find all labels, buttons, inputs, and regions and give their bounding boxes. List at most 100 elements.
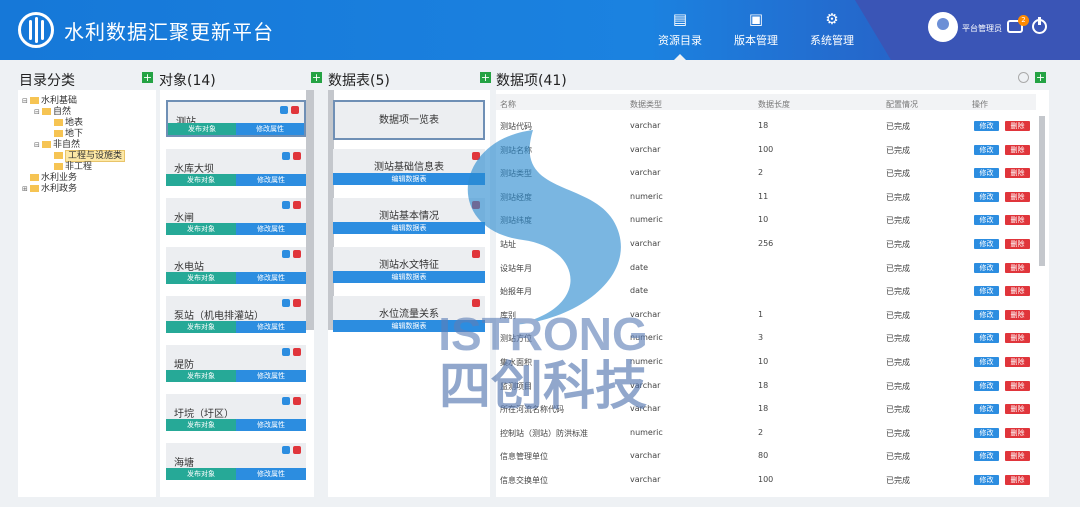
object-card[interactable]: 泵站（机电排灌站） 发布对象 修改属性: [166, 296, 306, 333]
search-icon[interactable]: [282, 250, 290, 258]
edit-button[interactable]: 修改: [974, 475, 999, 485]
delete-button[interactable]: 删除: [1005, 475, 1030, 485]
nav-catalog[interactable]: ▤ 资源目录: [648, 10, 712, 60]
edit-button[interactable]: 修改: [974, 286, 999, 297]
delete-button[interactable]: 删除: [1005, 451, 1030, 462]
search-icon[interactable]: [282, 446, 290, 454]
tree-node[interactable]: 水利业务: [22, 173, 152, 184]
delete-icon[interactable]: [472, 152, 480, 160]
nav-version[interactable]: ▣ 版本管理: [724, 10, 788, 56]
search-icon[interactable]: [282, 348, 290, 356]
object-card[interactable]: 圩垸（圩区） 发布对象 修改属性: [166, 394, 306, 431]
publish-object-button[interactable]: 发布对象: [166, 370, 236, 382]
delete-icon[interactable]: [293, 397, 301, 405]
delete-button[interactable]: 删除: [1005, 404, 1030, 415]
tree-node[interactable]: 工程与设施类: [22, 150, 152, 162]
edit-button[interactable]: 修改: [974, 357, 999, 367]
delete-button[interactable]: 删除: [1005, 191, 1030, 202]
modify-attributes-button[interactable]: 修改属性: [236, 370, 306, 382]
delete-icon[interactable]: [293, 250, 301, 258]
object-card[interactable]: 水库大坝 发布对象 修改属性: [166, 149, 306, 186]
edit-button[interactable]: 修改: [974, 309, 999, 320]
modify-attributes-button[interactable]: 修改属性: [236, 419, 306, 431]
delete-icon[interactable]: [472, 250, 480, 258]
scrollbar[interactable]: [1039, 116, 1045, 266]
table-card[interactable]: 测站基础信息表 编辑数据表: [333, 149, 485, 185]
edit-button[interactable]: 修改: [974, 144, 999, 155]
edit-button[interactable]: 修改: [974, 333, 999, 344]
tree-node[interactable]: 非工程: [22, 162, 152, 173]
search-icon[interactable]: [282, 201, 290, 209]
edit-table-button[interactable]: 编辑数据表: [333, 222, 485, 234]
edit-button[interactable]: 修改: [974, 427, 999, 438]
search-icon[interactable]: [282, 299, 290, 307]
edit-button[interactable]: 修改: [974, 239, 999, 249]
publish-object-button[interactable]: 发布对象: [166, 419, 236, 431]
avatar[interactable]: [928, 12, 958, 42]
delete-button[interactable]: 删除: [1005, 239, 1030, 249]
tree-node[interactable]: 地下: [22, 129, 152, 140]
delete-button[interactable]: 删除: [1005, 357, 1030, 367]
tree-node[interactable]: ⊟ 水利基础: [22, 96, 152, 107]
edit-table-button[interactable]: 编辑数据表: [333, 173, 485, 185]
edit-button[interactable]: 修改: [974, 168, 999, 179]
search-icon[interactable]: [280, 106, 288, 114]
publish-object-button[interactable]: 发布对象: [166, 321, 236, 333]
edit-button[interactable]: 修改: [974, 262, 999, 273]
object-card[interactable]: 测站发布对象修改属性: [166, 100, 306, 137]
search-icon[interactable]: [282, 397, 290, 405]
edit-button[interactable]: 修改: [974, 404, 999, 415]
add-item-button[interactable]: +: [1035, 72, 1046, 83]
modify-attributes-button[interactable]: 修改属性: [236, 123, 304, 135]
modify-attributes-button[interactable]: 修改属性: [236, 468, 306, 480]
tree-toggle-icon[interactable]: ⊞: [22, 184, 30, 195]
delete-icon[interactable]: [472, 201, 480, 209]
add-table-button[interactable]: +: [480, 72, 491, 83]
delete-button[interactable]: 删除: [1005, 121, 1030, 131]
tree-node[interactable]: ⊞ 水利政务: [22, 184, 152, 195]
table-card[interactable]: 测站水文特征 编辑数据表: [333, 247, 485, 283]
delete-icon[interactable]: [293, 152, 301, 160]
delete-icon[interactable]: [293, 348, 301, 356]
edit-button[interactable]: 修改: [974, 451, 999, 462]
delete-button[interactable]: 删除: [1005, 380, 1030, 391]
search-icon[interactable]: [282, 152, 290, 160]
delete-icon[interactable]: [291, 106, 299, 114]
publish-object-button[interactable]: 发布对象: [166, 272, 236, 284]
delete-button[interactable]: 删除: [1005, 309, 1030, 320]
search-icon[interactable]: [1018, 72, 1029, 83]
delete-icon[interactable]: [293, 299, 301, 307]
tree-node[interactable]: 地表: [22, 118, 152, 129]
modify-attributes-button[interactable]: 修改属性: [236, 321, 306, 333]
modify-attributes-button[interactable]: 修改属性: [236, 272, 306, 284]
tree-toggle-icon[interactable]: ⊟: [34, 140, 42, 151]
publish-object-button[interactable]: 发布对象: [166, 174, 236, 186]
publish-object-button[interactable]: 发布对象: [168, 123, 236, 135]
modify-attributes-button[interactable]: 修改属性: [236, 174, 306, 186]
object-card[interactable]: 水电站 发布对象 修改属性: [166, 247, 306, 284]
delete-icon[interactable]: [293, 446, 301, 454]
edit-button[interactable]: 修改: [974, 191, 999, 202]
tree-node[interactable]: ⊟ 自然: [22, 107, 152, 118]
delete-button[interactable]: 删除: [1005, 262, 1030, 273]
power-icon[interactable]: [1032, 17, 1047, 34]
object-card[interactable]: 水闸 发布对象 修改属性: [166, 198, 306, 235]
modify-attributes-button[interactable]: 修改属性: [236, 223, 306, 235]
add-object-button[interactable]: +: [311, 72, 322, 83]
tree-toggle-icon[interactable]: ⊟: [22, 96, 30, 107]
table-card[interactable]: 数据项一览表: [333, 100, 485, 140]
edit-table-button[interactable]: 编辑数据表: [333, 320, 485, 332]
publish-object-button[interactable]: 发布对象: [166, 223, 236, 235]
object-card[interactable]: 海塘 发布对象 修改属性: [166, 443, 306, 480]
delete-button[interactable]: 删除: [1005, 215, 1030, 226]
edit-button[interactable]: 修改: [974, 215, 999, 226]
delete-button[interactable]: 删除: [1005, 286, 1030, 297]
delete-button[interactable]: 删除: [1005, 144, 1030, 155]
scrollbar[interactable]: [306, 90, 314, 330]
table-card[interactable]: 测站基本情况 编辑数据表: [333, 198, 485, 234]
delete-icon[interactable]: [293, 201, 301, 209]
publish-object-button[interactable]: 发布对象: [166, 468, 236, 480]
nav-system[interactable]: ⚙ 系统管理: [800, 10, 864, 56]
add-catalog-button[interactable]: +: [142, 72, 153, 83]
delete-button[interactable]: 删除: [1005, 168, 1030, 179]
